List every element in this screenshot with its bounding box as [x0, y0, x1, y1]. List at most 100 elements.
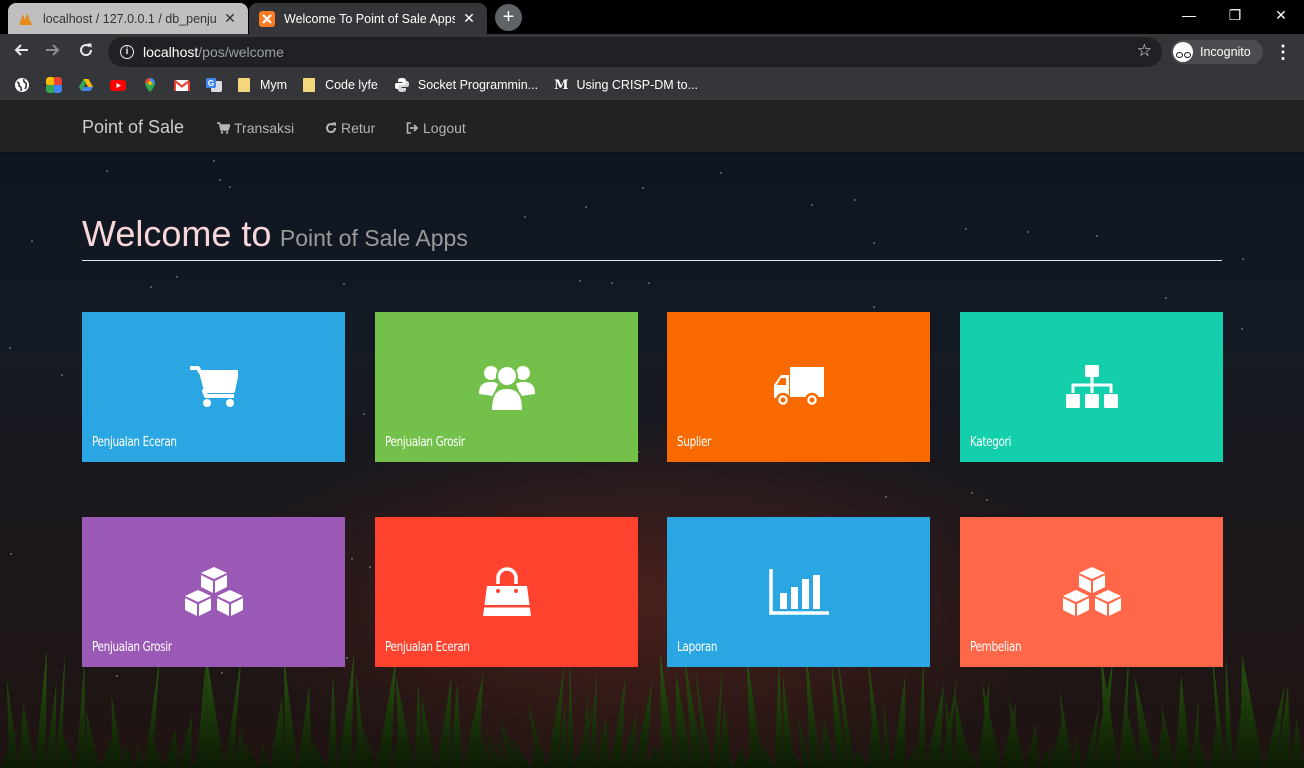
star-dot [1242, 258, 1244, 260]
tab-title: Welcome To Point of Sale Apps [284, 11, 455, 26]
incognito-badge[interactable]: Incognito [1171, 40, 1263, 64]
incognito-label: Incognito [1200, 45, 1251, 59]
maps-icon [145, 78, 155, 92]
bookmarks-bar: G Mym Code lyfe Socket Programmin... M U… [0, 70, 1304, 100]
folder-icon [303, 78, 316, 92]
star-dot [524, 216, 526, 218]
star-dot [351, 558, 353, 560]
tile-suplier[interactable]: Suplier [667, 312, 930, 462]
url-host: localhost [143, 44, 199, 60]
star-dot [10, 553, 12, 555]
browser-menu-icon[interactable]: ⋮ [1274, 40, 1292, 64]
tab-close-icon[interactable]: ✕ [222, 10, 238, 27]
star-dot [219, 179, 221, 181]
restore-icon[interactable]: ❐ [1212, 0, 1258, 30]
folder-icon [238, 78, 250, 92]
bookmark-folder-mym[interactable]: Mym [238, 78, 287, 92]
tile-penjualan-grosir[interactable]: Penjualan Grosir [375, 312, 638, 462]
tab-close-icon[interactable]: ✕ [461, 10, 477, 27]
star-dot [106, 170, 108, 172]
tab-pos-welcome[interactable]: Welcome To Point of Sale Apps ✕ [249, 3, 487, 34]
tile-label: Penjualan Grosir [92, 639, 172, 655]
bookmark-maps[interactable] [142, 77, 158, 93]
address-bar[interactable]: i localhost/pos/welcome ☆ [108, 37, 1162, 67]
photos-icon [46, 77, 62, 93]
star-dot [986, 499, 988, 501]
cubes-icon [1062, 567, 1121, 616]
star-dot [363, 413, 365, 415]
star-dot [579, 280, 581, 282]
globe-icon [15, 78, 29, 92]
reload-icon[interactable] [73, 39, 99, 65]
bookmark-gmail[interactable] [174, 77, 190, 93]
tile-pembelian[interactable]: Pembelian [960, 517, 1223, 667]
tile-penjualan-grosir-2[interactable]: Penjualan Grosir [82, 517, 345, 667]
shopping-cart-icon [189, 366, 238, 407]
sitemap-icon [1065, 365, 1118, 408]
star-dot [1165, 297, 1167, 299]
bookmark-youtube[interactable] [110, 77, 126, 93]
nav-retur[interactable]: Retur [325, 120, 375, 136]
star-dot [1096, 235, 1098, 237]
minimize-icon[interactable]: — [1166, 0, 1212, 30]
tile-penjualan-eceran[interactable]: Penjualan Eceran [82, 312, 345, 462]
nav-transaksi[interactable]: Transaksi [217, 120, 294, 136]
bookmark-translate[interactable]: G [206, 77, 222, 93]
tile-label: Penjualan Eceran [385, 639, 470, 655]
bookmark-star-icon[interactable]: ☆ [1137, 41, 1152, 61]
star-dot [648, 282, 650, 284]
star-dot [885, 496, 887, 498]
gmail-icon [174, 80, 190, 91]
tile-penjualan-eceran-2[interactable]: Penjualan Eceran [375, 517, 638, 667]
back-icon[interactable] [8, 39, 34, 65]
bookmark-label: Using CRISP-DM to... [576, 78, 699, 92]
tile-kategori[interactable]: Kategori [960, 312, 1223, 462]
star-dot [1027, 231, 1029, 233]
tile-label: Suplier [677, 434, 712, 450]
star-dot [61, 374, 63, 376]
bookmark-globe[interactable] [14, 77, 30, 93]
cubes-icon [184, 567, 243, 616]
star-dot [811, 204, 813, 206]
bookmark-folder-code-lyfe[interactable]: Code lyfe [303, 78, 378, 92]
star-dot [611, 282, 613, 284]
tile-label: Pembelian [970, 639, 1022, 655]
tab-phpmyadmin[interactable]: localhost / 127.0.0.1 / db_penjual ✕ [8, 3, 248, 34]
close-window-icon[interactable]: ✕ [1258, 0, 1304, 30]
nav-label: Logout [423, 120, 466, 136]
bookmark-label: Socket Programmin... [417, 78, 539, 92]
tile-label: Laporan [677, 639, 718, 655]
tile-label: Penjualan Eceran [92, 434, 177, 450]
star-dot [965, 228, 967, 230]
cart-icon [217, 122, 230, 134]
bookmark-drive[interactable] [78, 77, 94, 93]
star-dot [642, 187, 644, 189]
browser-tab-bar: localhost / 127.0.0.1 / db_penjual ✕ Wel… [0, 0, 1304, 34]
browser-toolbar: i localhost/pos/welcome ☆ Incognito ⋮ [0, 34, 1304, 70]
app-navbar: Point of Sale Transaksi Retur Logout [0, 100, 1304, 153]
bookmark-label: Code lyfe [325, 78, 378, 92]
tile-label: Penjualan Grosir [385, 434, 465, 450]
tile-laporan[interactable]: Laporan [667, 517, 930, 667]
new-tab-button[interactable]: + [495, 4, 522, 31]
truck-icon [773, 367, 824, 407]
refresh-icon [326, 122, 337, 134]
bookmark-crisp-dm[interactable]: M Using CRISP-DM to... [554, 78, 698, 93]
star-dot [343, 283, 345, 285]
star-dot [229, 186, 231, 188]
shopping-bag-icon [482, 567, 531, 616]
users-icon [478, 365, 535, 412]
forward-icon[interactable] [40, 39, 66, 65]
bookmark-photos[interactable] [46, 77, 62, 93]
brand-link[interactable]: Point of Sale [82, 117, 184, 138]
bookmark-socket-programming[interactable]: Socket Programmin... [394, 77, 538, 93]
logout-icon [406, 122, 419, 134]
star-dot [31, 240, 33, 242]
star-dot [9, 347, 11, 349]
xampp-icon [259, 10, 275, 27]
site-info-icon[interactable]: i [120, 45, 134, 59]
nav-logout[interactable]: Logout [406, 120, 466, 136]
nav-label: Transaksi [234, 120, 295, 136]
star-dot [585, 206, 587, 208]
incognito-icon [1173, 42, 1193, 62]
